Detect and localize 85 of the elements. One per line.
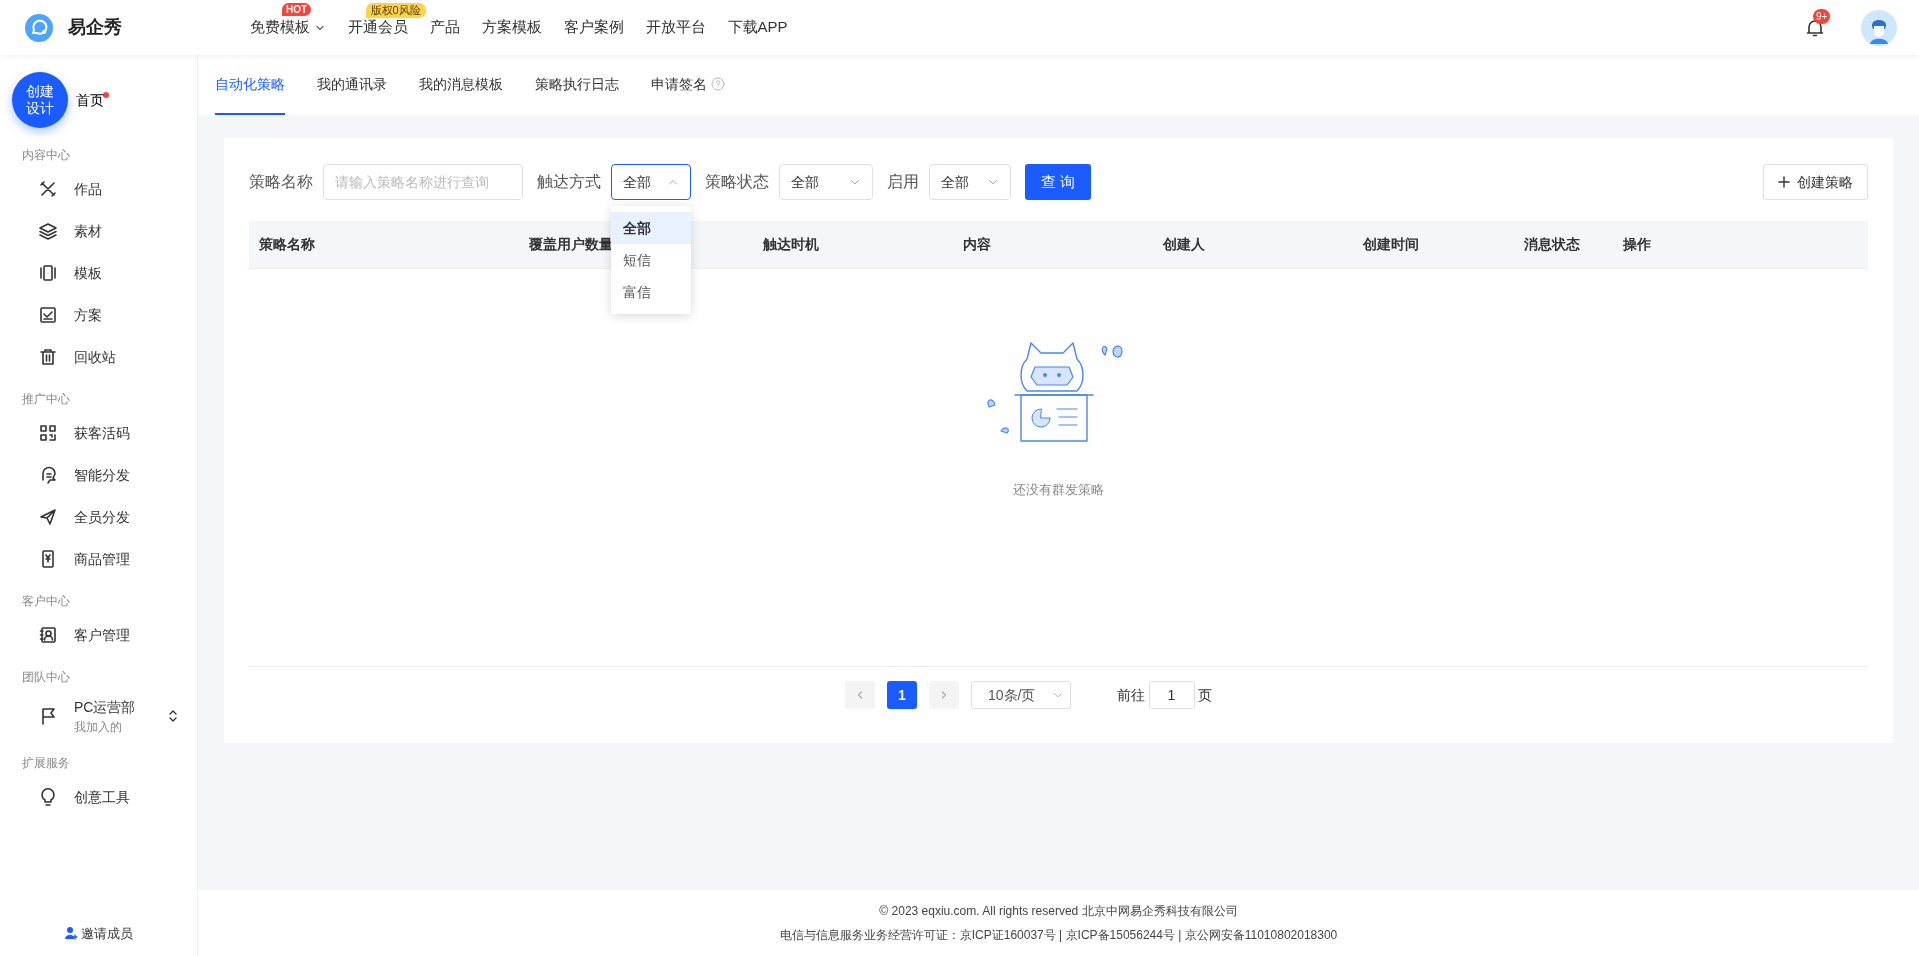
filter-label: 触达方式 [537, 172, 601, 192]
qr-code-icon [38, 423, 58, 443]
create-strategy-button[interactable]: 创建策略 [1763, 164, 1868, 200]
column-header: 创建时间 [1362, 235, 1420, 254]
sidebar-item[interactable]: 回收站 [0, 336, 197, 378]
column-header: 消息状态 [1523, 235, 1581, 254]
person-add-icon [63, 926, 78, 941]
footer-text: 电信与信息服务业务经营许可证：京ICP证160037号 | 京ICP备15056244号 | 京公网安备11010802018300 [779, 927, 1338, 944]
sidebar-item[interactable]: 作品 [0, 168, 197, 210]
logo-text: 易企秀 [68, 16, 122, 39]
filter-label: 启用 [887, 172, 919, 192]
section-title: 客户中心 [21, 593, 71, 610]
tab[interactable]: 申请签名 [651, 55, 725, 115]
paper-plane-icon [38, 507, 58, 527]
nav-link[interactable]: 下载APP [727, 16, 788, 39]
page-jump-field[interactable]: 1 [1148, 681, 1195, 709]
column-header: 覆盖用户数量 [528, 235, 614, 254]
avatar-icon [1861, 9, 1897, 46]
tab[interactable]: 策略执行日志 [535, 55, 619, 115]
column-header: 操作 [1622, 235, 1652, 254]
notification-badge: 9+ [1813, 8, 1831, 24]
sidebar-item[interactable]: 全员分发 [0, 496, 197, 538]
sidebar-item[interactable]: 创意工具 [0, 776, 197, 818]
nav-link[interactable]: 客户案例 [563, 16, 624, 39]
tools-icon [38, 179, 58, 199]
filter-label: 策略状态 [705, 172, 769, 192]
section-title: 内容中心 [21, 147, 71, 164]
team-name: PC运营部 [74, 697, 136, 717]
chevron-left-icon [855, 690, 865, 700]
empty-message: 还没有群发策略 [1013, 481, 1104, 499]
sidebar-item[interactable]: 智能分发 [0, 454, 197, 496]
chevron-right-icon [939, 690, 949, 700]
sidebar-item[interactable]: 素材 [0, 210, 197, 252]
home-link[interactable]: 首页 [76, 89, 104, 111]
trash-icon [38, 347, 58, 367]
hot-badge: HOT [282, 3, 312, 17]
nav-link[interactable]: 产品 [429, 16, 460, 39]
nav-link[interactable]: 方案模板 [481, 16, 542, 39]
select-field[interactable]: 全部 [611, 164, 691, 200]
column-header: 创建人 [1162, 235, 1206, 254]
section-title: 推广中心 [21, 391, 71, 408]
sidebar-item[interactable]: 商品管理 [0, 538, 197, 580]
name-search-field[interactable]: 请输入策略名称进行查询 [323, 164, 523, 200]
nav-link[interactable]: 开放平台 [645, 16, 706, 39]
contact-card-icon [38, 625, 58, 645]
next-page-button[interactable] [929, 681, 959, 709]
column-header: 内容 [962, 235, 992, 254]
team-role: 我加入的 [74, 718, 123, 736]
select-field[interactable]: 全部 [929, 164, 1011, 200]
plus-icon [1778, 176, 1790, 188]
create-design-button[interactable]: 创建设计 [12, 72, 68, 128]
carousel-icon [38, 263, 58, 283]
sidebar-item[interactable]: 模板 [0, 252, 197, 294]
checklist-icon [38, 305, 58, 325]
previous-page-button[interactable] [845, 681, 875, 709]
tab[interactable]: 我的通讯录 [317, 55, 387, 115]
nav-link[interactable]: 免费模板 [250, 16, 326, 39]
sidebar-item[interactable]: 方案 [0, 294, 197, 336]
section-title: 团队中心 [21, 669, 71, 686]
page-size-select[interactable]: 10条/页 [971, 681, 1071, 709]
column-header: 策略名称 [258, 235, 316, 254]
promo-badge: 版权0风险 [365, 3, 426, 19]
page-number-button[interactable]: 1 [887, 681, 917, 709]
dropdown-option[interactable]: 全部 [611, 212, 691, 244]
sidebar-item[interactable]: 客户管理 [0, 614, 197, 656]
section-title: 扩展服务 [21, 755, 71, 772]
nav-link[interactable]: 开通会员 [347, 16, 408, 39]
tab[interactable]: 我的消息模板 [419, 55, 503, 115]
invite-members-link[interactable]: 邀请成员 [0, 922, 197, 944]
chat-bubble-icon [24, 12, 54, 43]
sidebar-item[interactable]: 获客活码 [0, 412, 197, 454]
lightbulb-icon [38, 787, 58, 807]
footer-text: © 2023 eqxiu.com. All rights reserved 北京中网易企秀科技有限公司 [879, 903, 1238, 920]
select-field[interactable]: 全部 [779, 164, 873, 200]
layers-icon [38, 221, 58, 241]
bell-icon [1805, 18, 1825, 39]
goto-label: 前往 [1117, 685, 1145, 705]
filter-label: 策略名称 [249, 172, 313, 192]
query-button[interactable]: 查 询 [1025, 164, 1091, 200]
goto-suffix: 页 [1198, 685, 1212, 705]
dropdown-option[interactable]: 富信 [611, 276, 691, 308]
dropdown-option[interactable]: 短信 [611, 244, 691, 276]
column-header: 触达时机 [762, 235, 820, 254]
chevron-up-down-icon [167, 708, 179, 724]
team-switcher[interactable]: PC运营部 我加入的 [0, 690, 197, 742]
